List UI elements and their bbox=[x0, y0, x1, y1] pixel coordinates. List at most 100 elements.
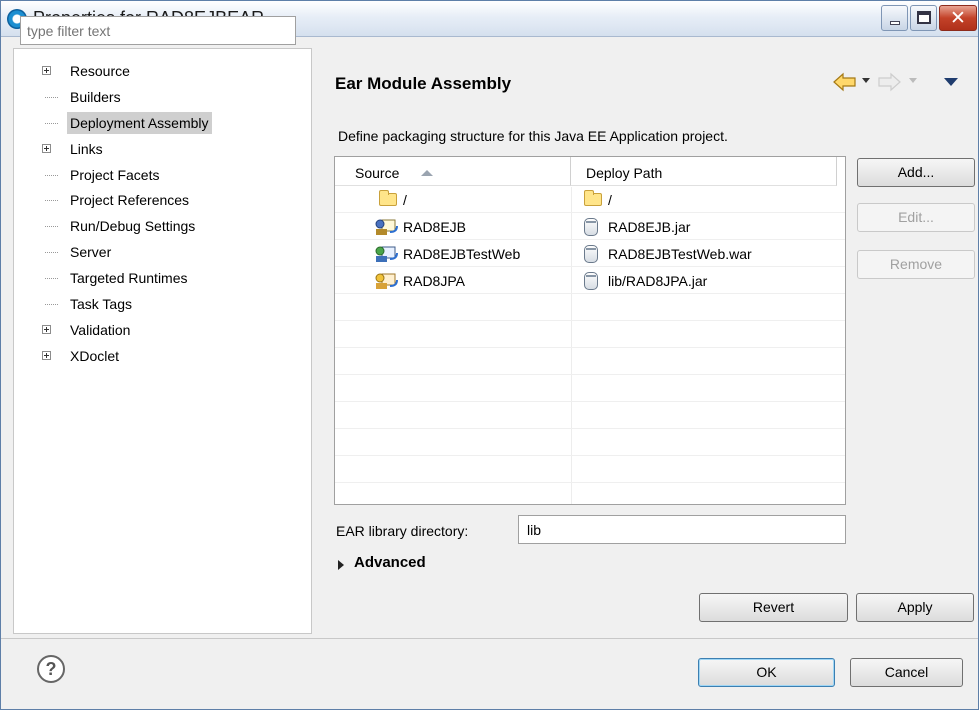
jar-icon bbox=[584, 245, 598, 263]
tree-item-label: Links bbox=[70, 140, 103, 157]
expand-arrow-icon bbox=[338, 560, 344, 570]
back-history-dropdown-icon[interactable] bbox=[862, 78, 870, 83]
forward-history-dropdown-icon bbox=[909, 78, 917, 83]
deploy-text: / bbox=[608, 192, 612, 208]
tree-item-label: Task Tags bbox=[70, 296, 132, 313]
tree-item-label: Builders bbox=[70, 88, 121, 105]
tree-connector bbox=[45, 174, 58, 176]
expand-icon[interactable] bbox=[42, 143, 51, 153]
source-text: / bbox=[403, 192, 407, 208]
tree-connector bbox=[45, 252, 58, 254]
maximize-icon bbox=[917, 11, 931, 24]
expand-icon[interactable] bbox=[42, 324, 51, 334]
minimize-icon bbox=[890, 21, 900, 25]
folder-icon bbox=[379, 190, 397, 206]
tree-item-label: Project Facets bbox=[70, 166, 160, 183]
empty-row bbox=[335, 403, 845, 429]
table-row[interactable]: RAD8EJBTestWeb RAD8EJBTestWeb.war bbox=[335, 241, 845, 267]
sort-ascending-icon bbox=[421, 170, 433, 176]
page-title: Ear Module Assembly bbox=[335, 74, 512, 93]
expand-icon[interactable] bbox=[42, 66, 51, 75]
empty-row bbox=[335, 349, 845, 375]
empty-row bbox=[335, 484, 845, 504]
tree-item-label: Project References bbox=[70, 192, 190, 209]
page-header: Ear Module Assembly bbox=[314, 48, 973, 108]
web-project-icon bbox=[375, 246, 398, 262]
deploy-text: RAD8EJB.jar bbox=[608, 219, 691, 235]
back-arrow-icon[interactable] bbox=[832, 72, 858, 92]
expand-icon[interactable] bbox=[42, 350, 51, 360]
tree-item-label: XDoclet bbox=[70, 347, 120, 364]
tree-item-task-tags[interactable]: Task Tags bbox=[27, 293, 312, 319]
empty-row bbox=[335, 430, 845, 456]
tree-item-builders[interactable]: Builders bbox=[27, 86, 312, 112]
tree-item-links[interactable]: Links bbox=[27, 138, 312, 164]
tree-connector bbox=[45, 304, 58, 306]
table-row[interactable]: RAD8JPA lib/RAD8JPA.jar bbox=[335, 268, 845, 294]
column-header-label: Deploy Path bbox=[586, 165, 663, 181]
tree-item-label: Server bbox=[70, 244, 112, 261]
add-button[interactable]: Add... bbox=[857, 158, 975, 187]
ok-button[interactable]: OK bbox=[698, 658, 835, 687]
table-row[interactable]: / / bbox=[335, 187, 845, 213]
properties-dialog: Properties for RAD8EJBEAR ✕ Resource Bui… bbox=[0, 0, 979, 710]
library-directory-input[interactable] bbox=[518, 515, 846, 544]
view-menu-icon[interactable] bbox=[944, 78, 958, 86]
cancel-button[interactable]: Cancel bbox=[850, 658, 963, 687]
close-button[interactable]: ✕ bbox=[939, 5, 977, 31]
edit-button[interactable]: Edit... bbox=[857, 203, 975, 232]
table-row[interactable]: RAD8EJB RAD8EJB.jar bbox=[335, 214, 845, 240]
folder-icon bbox=[584, 190, 602, 206]
tree-item-label: Targeted Runtimes bbox=[70, 270, 188, 287]
tree-item-label: Validation bbox=[70, 321, 131, 338]
empty-row bbox=[335, 295, 845, 321]
maximize-button[interactable] bbox=[910, 5, 937, 31]
tree-connector bbox=[45, 226, 58, 228]
tree-item-label: Deployment Assembly bbox=[67, 111, 212, 134]
property-tree: Resource Builders Deployment Assembly Li… bbox=[27, 60, 312, 371]
library-directory-label: EAR library directory: bbox=[336, 523, 469, 539]
empty-row bbox=[335, 457, 845, 483]
ejb-project-icon bbox=[375, 219, 398, 235]
tree-item-validation[interactable]: Validation bbox=[27, 319, 312, 345]
tree-item-deployment-assembly[interactable]: Deployment Assembly bbox=[27, 111, 312, 138]
revert-button[interactable]: Revert bbox=[699, 593, 848, 622]
column-header-deploy-path[interactable]: Deploy Path bbox=[571, 157, 837, 186]
empty-row bbox=[335, 322, 845, 348]
close-icon: ✕ bbox=[950, 7, 966, 29]
jpa-project-icon bbox=[375, 273, 398, 289]
source-text: RAD8EJB bbox=[403, 219, 467, 235]
tree-connector bbox=[45, 200, 58, 202]
tree-item-server[interactable]: Server bbox=[27, 241, 312, 267]
apply-button[interactable]: Apply bbox=[856, 593, 974, 622]
column-header-source[interactable]: Source bbox=[335, 157, 571, 186]
tree-item-targeted-runtimes[interactable]: Targeted Runtimes bbox=[27, 267, 312, 293]
advanced-label: Advanced bbox=[354, 554, 426, 571]
source-text: RAD8JPA bbox=[403, 273, 465, 289]
page-description: Define packaging structure for this Java… bbox=[338, 128, 728, 144]
footer-divider bbox=[1, 638, 978, 639]
tree-connector bbox=[45, 122, 58, 124]
tree-item-run-debug-settings[interactable]: Run/Debug Settings bbox=[27, 215, 312, 241]
tree-connector bbox=[45, 278, 58, 280]
deploy-text: lib/RAD8JPA.jar bbox=[608, 273, 708, 289]
tree-item-xdoclet[interactable]: XDoclet bbox=[27, 345, 312, 371]
source-text: RAD8EJBTestWeb bbox=[403, 246, 521, 262]
deploy-text: RAD8EJBTestWeb.war bbox=[608, 246, 752, 262]
empty-row bbox=[335, 376, 845, 402]
assembly-table[interactable]: Source Deploy Path / / RAD8EJB RAD8EJB.j… bbox=[334, 156, 846, 505]
minimize-button[interactable] bbox=[881, 5, 908, 31]
tree-connector bbox=[45, 96, 58, 98]
column-header-label: Source bbox=[355, 165, 400, 181]
tree-item-label: Resource bbox=[70, 63, 130, 79]
jar-icon bbox=[584, 218, 598, 236]
tree-item-project-facets[interactable]: Project Facets bbox=[27, 164, 312, 190]
forward-arrow-icon bbox=[878, 72, 901, 92]
filter-input[interactable] bbox=[20, 16, 296, 45]
tree-item-resource[interactable]: Resource bbox=[27, 60, 312, 86]
help-icon[interactable]: ? bbox=[37, 655, 65, 683]
remove-button[interactable]: Remove bbox=[857, 250, 975, 279]
jar-icon bbox=[584, 272, 598, 290]
tree-item-label: Run/Debug Settings bbox=[70, 218, 196, 235]
tree-item-project-references[interactable]: Project References bbox=[27, 189, 312, 215]
